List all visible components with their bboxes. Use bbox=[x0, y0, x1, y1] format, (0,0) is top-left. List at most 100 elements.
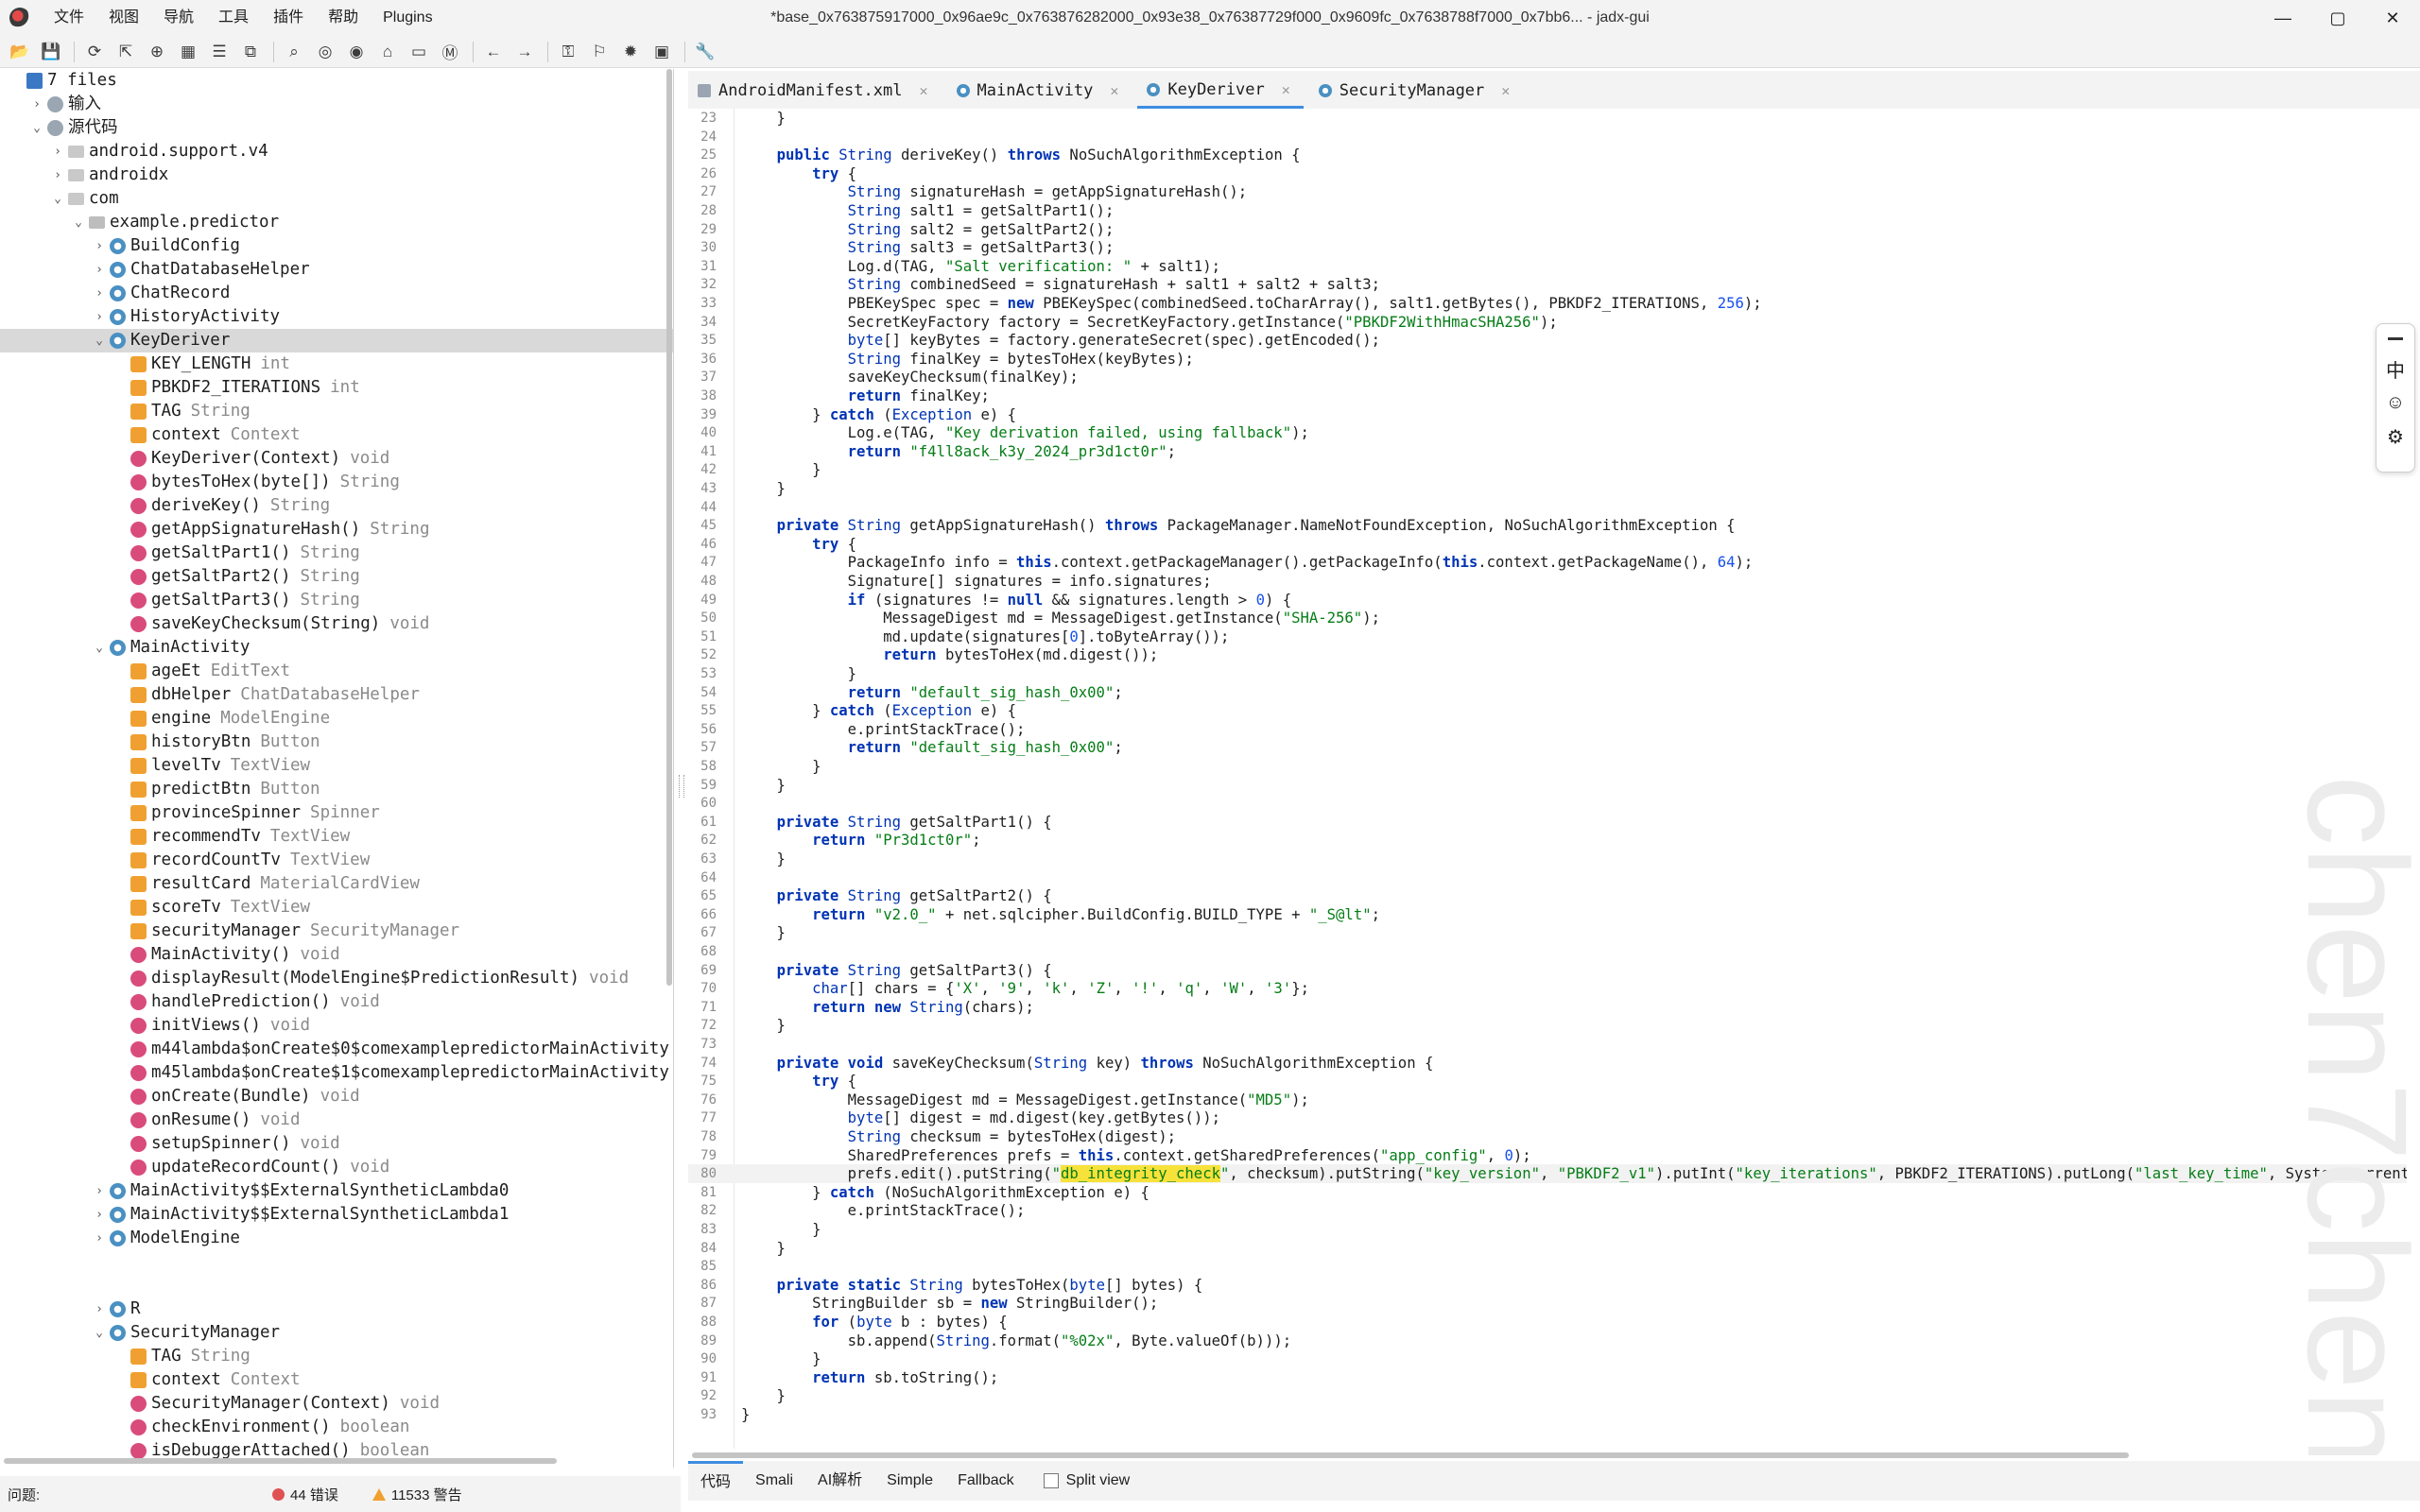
expand-arrow-icon[interactable]: › bbox=[93, 282, 106, 305]
code-line[interactable]: 60 bbox=[688, 794, 2407, 813]
menu-item-4[interactable]: 插件 bbox=[261, 0, 316, 36]
code-editor[interactable]: 23 } 24 25 public String deriveKey() throw… bbox=[688, 109, 2407, 1449]
editor-tab[interactable]: MainActivity ✕ bbox=[947, 73, 1132, 109]
code-line[interactable]: 46 try { bbox=[688, 535, 2407, 554]
project-tree[interactable]: 7 files › 输入 ⌄ 源代码 › android.support.v4 › androi… bbox=[0, 69, 674, 1468]
export-icon[interactable]: ⇱ bbox=[112, 38, 140, 66]
find-usage-icon[interactable]: ◎ bbox=[311, 38, 339, 66]
code-line[interactable]: 45 private String getAppSignatureHash() … bbox=[688, 516, 2407, 535]
code-line[interactable]: 54 return "default_sig_hash_0x00"; bbox=[688, 683, 2407, 702]
log-icon[interactable]: ▣ bbox=[648, 38, 676, 66]
code-line[interactable]: 24 bbox=[688, 128, 2407, 146]
code-line[interactable]: 93} bbox=[688, 1405, 2407, 1424]
code-line[interactable]: 49 if (signatures != null && signatures.… bbox=[688, 591, 2407, 610]
tree-row[interactable]: levelTv TextView bbox=[0, 754, 673, 778]
tree-row[interactable]: ageEt EditText bbox=[0, 660, 673, 683]
tree-row[interactable]: recommendTv TextView bbox=[0, 825, 673, 849]
code-line[interactable]: 91 return sb.toString(); bbox=[688, 1368, 2407, 1387]
ime-emoji-icon[interactable]: ☺ bbox=[2380, 386, 2411, 420]
panel-splitter[interactable] bbox=[679, 775, 684, 798]
tree-row[interactable]: › android.support.v4 bbox=[0, 140, 673, 163]
tree-row[interactable] bbox=[0, 1250, 673, 1274]
code-line[interactable]: 48 Signature[] signatures = info.signatu… bbox=[688, 572, 2407, 591]
back-icon[interactable]: ← bbox=[479, 38, 508, 66]
expand-arrow-icon[interactable]: › bbox=[93, 1297, 106, 1321]
code-line[interactable]: 76 MessageDigest md = MessageDigest.getI… bbox=[688, 1091, 2407, 1109]
editor-tab[interactable]: SecurityManager ✕ bbox=[1309, 73, 1524, 109]
settings-icon[interactable]: 🔧 bbox=[691, 38, 719, 66]
view-tab-3[interactable]: Simple bbox=[874, 1461, 945, 1501]
collapse-arrow-icon[interactable]: ⌄ bbox=[51, 187, 64, 211]
code-line[interactable]: 88 for (byte b : bytes) { bbox=[688, 1313, 2407, 1332]
tree-row[interactable]: historyBtn Button bbox=[0, 730, 673, 754]
code-line[interactable]: 59 } bbox=[688, 776, 2407, 795]
code-line[interactable]: 39 } catch (Exception e) { bbox=[688, 405, 2407, 424]
tree-row[interactable]: ⌄ KeyDeriver bbox=[0, 329, 673, 352]
tree-row[interactable]: provinceSpinner Spinner bbox=[0, 801, 673, 825]
code-line[interactable]: 75 try { bbox=[688, 1072, 2407, 1091]
code-line[interactable]: 90 } bbox=[688, 1349, 2407, 1368]
tree-row[interactable]: m44lambda$onCreate$0$comexamplepredictor… bbox=[0, 1038, 673, 1061]
code-line[interactable]: 50 MessageDigest md = MessageDigest.getI… bbox=[688, 609, 2407, 627]
code-line[interactable]: 66 return "v2.0_" + net.sqlcipher.BuildC… bbox=[688, 905, 2407, 924]
tree-row[interactable]: scoreTv TextView bbox=[0, 896, 673, 919]
code-line[interactable]: 40 Log.e(TAG, "Key derivation failed, us… bbox=[688, 423, 2407, 442]
collapse-arrow-icon[interactable]: ⌄ bbox=[72, 211, 85, 234]
tree-row[interactable]: PBKDF2_ITERATIONS int bbox=[0, 376, 673, 400]
tree-row[interactable]: TAG String bbox=[0, 1345, 673, 1368]
tree-row[interactable]: onResume() void bbox=[0, 1108, 673, 1132]
tree-row[interactable]: › HistoryActivity bbox=[0, 305, 673, 329]
tree-row[interactable]: dbHelper ChatDatabaseHelper bbox=[0, 683, 673, 707]
maximize-button[interactable]: ▢ bbox=[2310, 0, 2365, 36]
menu-item-6[interactable]: Plugins bbox=[371, 0, 444, 36]
code-line[interactable]: 86 private static String bytesToHex(byte… bbox=[688, 1276, 2407, 1295]
view-tab-1[interactable]: Smali bbox=[743, 1461, 805, 1501]
code-line[interactable]: 87 StringBuilder sb = new StringBuilder(… bbox=[688, 1294, 2407, 1313]
editor-tab[interactable]: AndroidManifest.xml ✕ bbox=[688, 73, 942, 109]
code-line[interactable]: 64 bbox=[688, 868, 2407, 887]
tree-row[interactable]: predictBtn Button bbox=[0, 778, 673, 801]
code-line[interactable]: 77 byte[] digest = md.digest(key.getByte… bbox=[688, 1108, 2407, 1127]
code-line[interactable]: 81 } catch (NoSuchAlgorithmException e) … bbox=[688, 1183, 2407, 1202]
tree-row[interactable]: › MainActivity$$ExternalSyntheticLambda0 bbox=[0, 1179, 673, 1203]
tree-row[interactable]: 7 files bbox=[0, 69, 673, 93]
code-line[interactable]: 80 prefs.edit().putString("db_integrity_… bbox=[688, 1164, 2407, 1184]
code-line[interactable]: 63 } bbox=[688, 850, 2407, 868]
tree-row[interactable]: recordCountTv TextView bbox=[0, 849, 673, 872]
tree-row[interactable]: handlePrediction() void bbox=[0, 990, 673, 1014]
tree-row[interactable]: SecurityManager(Context) void bbox=[0, 1392, 673, 1416]
code-line[interactable]: 23 } bbox=[688, 109, 2407, 128]
tree-row[interactable]: ⌄ 源代码 bbox=[0, 116, 673, 140]
tree-row[interactable]: ⌄ com bbox=[0, 187, 673, 211]
home-icon[interactable]: ⌂ bbox=[373, 38, 402, 66]
code-line[interactable]: 74 private void saveKeyChecksum(String k… bbox=[688, 1054, 2407, 1073]
code-line[interactable]: 31 Log.d(TAG, "Salt verification: " + sa… bbox=[688, 257, 2407, 276]
tree-row[interactable]: › 输入 bbox=[0, 93, 673, 116]
code-line[interactable]: 43 } bbox=[688, 479, 2407, 498]
tree-horizontal-scrollbar[interactable] bbox=[4, 1458, 557, 1464]
view-tab-4[interactable]: Fallback bbox=[945, 1461, 1027, 1501]
expand-arrow-icon[interactable]: › bbox=[93, 234, 106, 258]
code-line[interactable]: 32 String combinedSeed = signatureHash +… bbox=[688, 275, 2407, 294]
code-line[interactable]: 69 private String getSaltPart3() { bbox=[688, 961, 2407, 980]
decompile-icon[interactable]: ▭ bbox=[405, 38, 433, 66]
code-line[interactable]: 70 char[] chars = {'X', '9', 'k', 'Z', '… bbox=[688, 979, 2407, 998]
code-line[interactable]: 37 saveKeyChecksum(finalKey); bbox=[688, 368, 2407, 387]
close-button[interactable]: ✕ bbox=[2365, 0, 2420, 36]
view-tab-2[interactable]: AI解析 bbox=[805, 1461, 874, 1501]
code-line[interactable]: 55 } catch (Exception e) { bbox=[688, 701, 2407, 720]
method-icon[interactable]: Ⓜ bbox=[436, 38, 464, 66]
menu-item-1[interactable]: 视图 bbox=[96, 0, 151, 36]
save-all-icon[interactable]: 💾 bbox=[37, 38, 65, 66]
expand-arrow-icon[interactable]: › bbox=[93, 258, 106, 282]
code-line[interactable]: 52 return bytesToHex(md.digest()); bbox=[688, 645, 2407, 664]
menu-item-0[interactable]: 文件 bbox=[42, 0, 96, 36]
tree-row[interactable]: › MainActivity$$ExternalSyntheticLambda1 bbox=[0, 1203, 673, 1227]
code-line[interactable]: 85 bbox=[688, 1257, 2407, 1276]
code-line[interactable]: 67 } bbox=[688, 923, 2407, 942]
code-line[interactable]: 65 private String getSaltPart2() { bbox=[688, 886, 2407, 905]
forward-icon[interactable]: → bbox=[510, 38, 539, 66]
code-line[interactable]: 41 return "f4ll8ack_k3y_2024_pr3d1ct0r"; bbox=[688, 442, 2407, 461]
flatten-icon[interactable]: ⊕ bbox=[143, 38, 171, 66]
code-line[interactable]: 92 } bbox=[688, 1386, 2407, 1405]
